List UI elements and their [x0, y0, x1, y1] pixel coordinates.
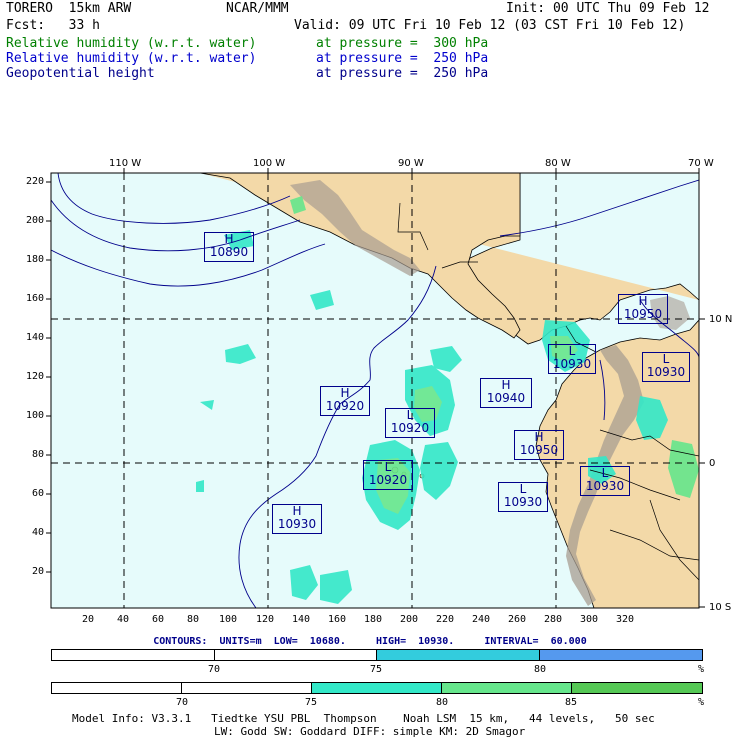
colorbar-rh300-label-pct: %	[698, 697, 705, 708]
center-value: 10930	[552, 357, 592, 371]
colorbar-rh300-segment	[572, 683, 702, 693]
x-tick-260: 260	[508, 614, 527, 625]
center-l-10920-a: L 10920	[385, 408, 435, 438]
colorbar-rh250-segment	[52, 650, 215, 660]
colorbar-rh250-label-80: 80	[534, 664, 547, 675]
x-tick-200: 200	[400, 614, 419, 625]
center-l-10920-b: L 10920	[363, 460, 413, 490]
colorbar-rh250-label-pct: %	[698, 664, 705, 675]
center-value: 10930	[277, 517, 317, 531]
x-tick-280: 280	[544, 614, 563, 625]
colorbar-rh250-label-70: 70	[208, 664, 221, 675]
center-h-10890: H 10890	[204, 232, 254, 262]
colorbar-rh300	[51, 682, 703, 694]
center-h-10930: H 10930	[272, 504, 322, 534]
center-value: 10940	[486, 391, 526, 405]
x-tick-60: 60	[152, 614, 165, 625]
y-tick-80: 80	[32, 449, 45, 460]
center-h-10950-north: H 10950	[618, 294, 668, 324]
x-tick-160: 160	[328, 614, 347, 625]
center-value: 10930	[646, 365, 686, 379]
y-tick-200: 200	[26, 215, 45, 226]
center-value: 10890	[209, 245, 249, 259]
center-value: 10920	[325, 399, 365, 413]
center-h-10940: H 10940	[480, 378, 532, 408]
colorbar-rh300-segment	[442, 683, 572, 693]
center-l-10930-a: L 10930	[548, 344, 596, 374]
colorbar-rh300-label-70: 70	[176, 697, 189, 708]
x-tick-120: 120	[256, 614, 275, 625]
x-tick-80: 80	[187, 614, 200, 625]
colorbar-rh300-segment	[52, 683, 182, 693]
y-tick-20: 20	[32, 566, 45, 577]
model-physics: LW: Godd SW: Goddard DIFF: simple KM: 2D…	[214, 725, 526, 738]
center-value: 10950	[519, 443, 559, 457]
center-value: 10920	[390, 421, 430, 435]
colorbar-rh250-label-75: 75	[370, 664, 383, 675]
x-tick-320: 320	[616, 614, 635, 625]
x-tick-220: 220	[436, 614, 455, 625]
weather-map	[46, 168, 705, 609]
colorbar-rh300-label-80: 80	[436, 697, 449, 708]
center-value: 10920	[368, 473, 408, 487]
center-l-10930-c: L 10930	[498, 482, 548, 512]
center-l-10930-d: L 10930	[580, 466, 630, 496]
model-info: Model Info: V3.3.1 Tiedtke YSU PBL Thomp…	[72, 712, 655, 725]
center-l-10930-b: L 10930	[642, 352, 690, 382]
x-tick-20: 20	[82, 614, 95, 625]
center-h-10920: H 10920	[320, 386, 370, 416]
y-tick-100: 100	[26, 410, 45, 421]
colorbar-rh300-segment	[182, 683, 312, 693]
center-h-10950-south: H 10950	[514, 430, 564, 460]
x-tick-240: 240	[472, 614, 491, 625]
y-tick-220: 220	[26, 176, 45, 187]
contour-info: CONTOURS: UNITS=m LOW= 10680. HIGH= 1093…	[153, 636, 587, 647]
x-tick-180: 180	[364, 614, 383, 625]
y-tick-180: 180	[26, 254, 45, 265]
x-tick-140: 140	[292, 614, 311, 625]
y-tick-140: 140	[26, 332, 45, 343]
colorbar-rh300-label-85: 85	[565, 697, 578, 708]
colorbar-rh250-segment	[215, 650, 377, 660]
colorbar-rh300-label-75: 75	[305, 697, 318, 708]
y-tick-40: 40	[32, 527, 45, 538]
x-tick-300: 300	[580, 614, 599, 625]
y-tick-120: 120	[26, 371, 45, 382]
y-tick-60: 60	[32, 488, 45, 499]
x-tick-100: 100	[219, 614, 238, 625]
center-value: 10930	[585, 479, 625, 493]
colorbar-rh250-segment	[540, 650, 702, 660]
colorbar-rh250-segment	[377, 650, 540, 660]
x-tick-40: 40	[117, 614, 130, 625]
colorbar-rh250	[51, 649, 703, 661]
colorbar-rh300-segment	[312, 683, 442, 693]
center-value: 10950	[623, 307, 663, 321]
center-value: 10930	[503, 495, 543, 509]
y-tick-160: 160	[26, 293, 45, 304]
